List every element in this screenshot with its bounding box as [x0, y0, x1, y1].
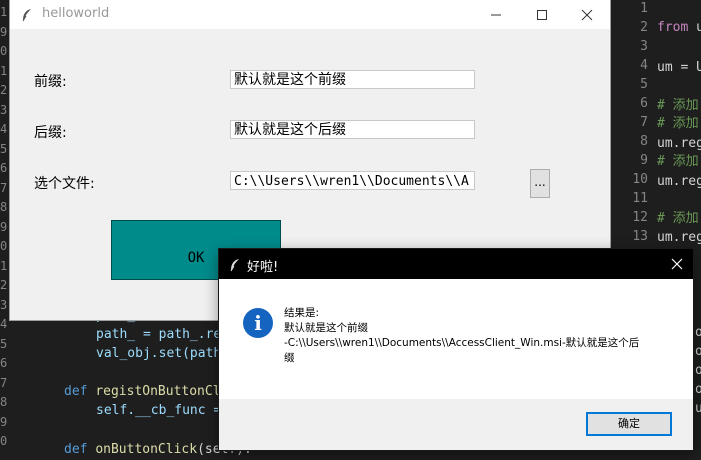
dialog-message: 结果是: 默认就是这个前缀 -C:\\Users\\wren1\\Documen…: [284, 306, 664, 366]
code-line: um.reg: [657, 174, 701, 189]
code-line: or: [695, 382, 701, 397]
title-bar[interactable]: helloworld: [10, 0, 610, 29]
info-icon: i: [243, 308, 273, 338]
prefix-input[interactable]: 默认就是这个前缀: [230, 70, 475, 89]
result-dialog: 好啦! i 结果是: 默认就是这个前缀 -C:\\Users\\wren1\\D…: [219, 249, 693, 450]
browse-button[interactable]: ...: [530, 169, 550, 198]
left-line-numbers: 1 9 0 1 2 3 4 5 6 7 8 9 0 1 2 3 4 5 6 7 8 9 0: [0, 0, 10, 456]
line-number: 8: [0, 200, 8, 214]
line-number: 13: [632, 229, 648, 244]
code-line: um: [695, 401, 701, 416]
dialog-title: 好啦!: [247, 260, 279, 275]
line-number: 0: [0, 434, 8, 448]
line-number: 9: [0, 24, 8, 39]
message-line: -C:\\Users\\wren1\\Documents\\AccessClie…: [284, 337, 640, 349]
line-number: 5: [0, 336, 8, 351]
line-number: 3: [640, 39, 648, 54]
line-number: 4: [0, 122, 8, 136]
line-number: 8: [0, 395, 8, 409]
file-label: 选个文件:: [34, 176, 95, 192]
line-number: 6: [0, 161, 8, 175]
code-comment: # 添加: [657, 211, 699, 226]
prefix-label: 前缀:: [34, 74, 67, 90]
line-number: 3: [0, 297, 8, 312]
line-number: 7: [0, 375, 8, 390]
message-line: 默认就是这个前缀: [284, 322, 368, 334]
maximize-button[interactable]: [519, 0, 565, 29]
suffix-label: 后缀:: [34, 125, 67, 141]
line-number: 6: [0, 356, 8, 370]
message-line: 缀: [284, 352, 295, 364]
minimize-button[interactable]: [473, 0, 519, 29]
confirm-button[interactable]: 确定: [586, 412, 672, 436]
line-number: 5: [640, 77, 648, 92]
code-line: um.reg: [657, 230, 701, 245]
feather-icon: [20, 7, 34, 22]
code-line: um = U: [657, 60, 701, 75]
line-number: 7: [640, 115, 648, 130]
line-number: 1: [640, 1, 648, 16]
line-number: 1: [0, 258, 8, 273]
code-line: from u: [657, 20, 701, 35]
dialog-close-button[interactable]: [663, 249, 693, 279]
code-comment: # 添加: [657, 116, 699, 131]
line-number: 8: [640, 134, 648, 149]
line-number: 2: [640, 20, 648, 35]
line-number: 10: [632, 172, 648, 187]
line-number: 2: [0, 83, 8, 97]
code-line: or: [695, 344, 701, 359]
line-number: 6: [640, 96, 648, 111]
close-button[interactable]: [564, 0, 610, 29]
file-path-input[interactable]: C:\\Users\\wren1\\Documents\\A: [230, 171, 475, 190]
line-number: 7: [0, 180, 8, 195]
dialog-title-bar[interactable]: 好啦!: [219, 249, 693, 279]
message-line: 结果是:: [284, 307, 320, 319]
suffix-input[interactable]: 默认就是这个后缀: [230, 120, 475, 139]
code-line: def registOnButtonCl: [64, 384, 221, 399]
code-comment: # 添加: [657, 154, 699, 169]
window-title: helloworld: [42, 6, 110, 21]
line-number: 5: [0, 141, 8, 156]
feather-icon: [228, 257, 242, 272]
code-line: val_obj.set(path: [96, 346, 222, 361]
line-number: 9: [0, 219, 8, 234]
code-line: path_ = path_.re: [96, 327, 222, 342]
dialog-footer: 确定: [219, 399, 693, 450]
line-number: 0: [0, 239, 8, 253]
line-number: 12: [632, 210, 648, 225]
code-comment: # 添加: [657, 98, 699, 113]
line-number: 3: [0, 102, 8, 117]
line-number: 9: [0, 414, 8, 429]
line-number: 0: [0, 44, 8, 58]
code-line: um.reg: [657, 136, 701, 151]
line-number: 1: [0, 5, 8, 19]
code-line: self.__cb_func =: [96, 403, 230, 418]
code-line: or: [695, 325, 701, 340]
code-line: or: [695, 363, 701, 378]
line-number: 4: [640, 58, 648, 73]
line-number: 11: [632, 191, 648, 206]
line-number: 9: [640, 153, 648, 168]
line-number: 1: [0, 63, 8, 78]
line-number: 4: [0, 317, 8, 331]
line-number: 2: [0, 278, 8, 292]
